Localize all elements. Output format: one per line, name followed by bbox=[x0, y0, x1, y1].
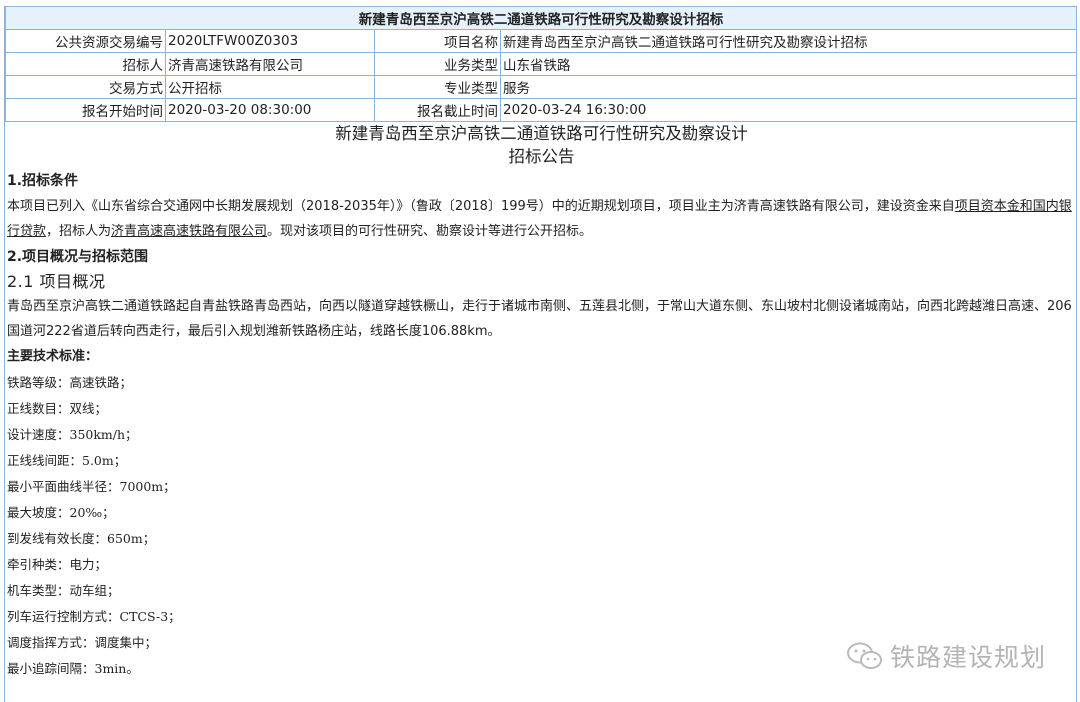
list-item: 铁路等级：高速铁路； bbox=[7, 375, 133, 390]
label-trade-method: 交易方式 bbox=[5, 75, 166, 99]
table-row: 交易方式 公开招标 专业类型 服务 bbox=[5, 75, 1076, 99]
list-item: 最小平面曲线半径：7000m； bbox=[7, 479, 176, 494]
standards-heading: 主要技术标准： bbox=[7, 349, 99, 364]
watermark-text: 铁路建设规划 bbox=[889, 643, 1046, 672]
value-signup-end: 2020-03-24 16:30:00 bbox=[500, 98, 1076, 122]
list-item: 最大坡度：20‰； bbox=[7, 505, 115, 520]
table-row: 招标人 济青高速铁路有限公司 业务类型 山东省铁路 bbox=[5, 52, 1076, 76]
list-item: 列车运行控制方式：CTCS-3； bbox=[7, 609, 181, 624]
technical-standards: 主要技术标准： 铁路等级：高速铁路； 正线数目：双线； 设计速度：350km/h… bbox=[7, 344, 1076, 682]
list-item: 正线数目：双线； bbox=[7, 401, 108, 416]
section-1-text-c: 。现对该项目的可行性研究、勘察设计等进行公开招标。 bbox=[267, 224, 593, 239]
watermark: 铁路建设规划 bbox=[846, 638, 1046, 674]
label-specialty-type: 专业类型 bbox=[374, 75, 501, 99]
table-row: 公共资源交易编号 2020LTFW00Z0303 项目名称 新建青岛西至京沪高铁… bbox=[5, 29, 1076, 53]
label-business-type: 业务类型 bbox=[374, 52, 501, 76]
table-row: 报名开始时间 2020-03-20 08:30:00 报名截止时间 2020-0… bbox=[5, 98, 1076, 122]
table-title: 新建青岛西至京沪高铁二通道铁路可行性研究及勘察设计招标 bbox=[5, 6, 1076, 30]
list-item: 机车类型：动车组； bbox=[7, 583, 120, 598]
section-2-1-heading: 2.1 项目概况 bbox=[7, 272, 106, 291]
list-item: 到发线有效长度：650m； bbox=[7, 531, 156, 546]
table-header-row: 新建青岛西至京沪高铁二通道铁路可行性研究及勘察设计招标 bbox=[5, 6, 1076, 30]
value-tenderer: 济青高速铁路有限公司 bbox=[165, 52, 375, 76]
label-trade-number: 公共资源交易编号 bbox=[5, 29, 166, 53]
info-table: 新建青岛西至京沪高铁二通道铁路可行性研究及勘察设计招标 公共资源交易编号 202… bbox=[5, 6, 1076, 122]
value-project-name: 新建青岛西至京沪高铁二通道铁路可行性研究及勘察设计招标 bbox=[500, 29, 1076, 53]
value-specialty-type: 服务 bbox=[500, 75, 1076, 99]
list-item: 正线线间距：5.0m； bbox=[7, 453, 127, 468]
project-overview-paragraph: 青岛西至京沪高铁二通道铁路起自青盐铁路青岛西站，向西以隧道穿越铁橛山，走行于诸城… bbox=[7, 299, 1072, 339]
label-signup-start: 报名开始时间 bbox=[5, 98, 166, 122]
section-1-text-b: ，招标人为 bbox=[46, 224, 112, 239]
section-1-text-a: 本项目已列入《山东省综合交通网中长期发展规划（2018-2035年）》（鲁政〔2… bbox=[7, 199, 955, 214]
page-container: 新建青岛西至京沪高铁二通道铁路可行性研究及勘察设计招标 公共资源交易编号 202… bbox=[4, 6, 1077, 702]
tenderer-link[interactable]: 济青高速高速铁路有限公司 bbox=[111, 224, 267, 239]
notice-content: 新建青岛西至京沪高铁二通道铁路可行性研究及勘察设计 招标公告 1.招标条件 本项… bbox=[5, 122, 1076, 682]
wechat-icon bbox=[846, 641, 884, 671]
label-tenderer: 招标人 bbox=[5, 52, 166, 76]
notice-subtitle: 招标公告 bbox=[508, 147, 575, 166]
list-item: 牵引种类：电力； bbox=[7, 557, 108, 572]
value-business-type: 山东省铁路 bbox=[500, 52, 1076, 76]
label-project-name: 项目名称 bbox=[374, 29, 501, 53]
label-signup-end: 报名截止时间 bbox=[374, 98, 501, 122]
notice-title: 新建青岛西至京沪高铁二通道铁路可行性研究及勘察设计 bbox=[335, 124, 748, 143]
section-1-paragraph: 本项目已列入《山东省综合交通网中长期发展规划（2018-2035年）》（鲁政〔2… bbox=[7, 194, 1076, 244]
value-trade-number: 2020LTFW00Z0303 bbox=[165, 29, 375, 53]
list-item: 设计速度：350km/h； bbox=[7, 427, 138, 442]
value-trade-method: 公开招标 bbox=[165, 75, 375, 99]
value-signup-start: 2020-03-20 08:30:00 bbox=[165, 98, 375, 122]
section-2-heading: 2.项目概况与招标范围 bbox=[7, 249, 149, 265]
section-1-heading: 1.招标条件 bbox=[7, 173, 79, 189]
